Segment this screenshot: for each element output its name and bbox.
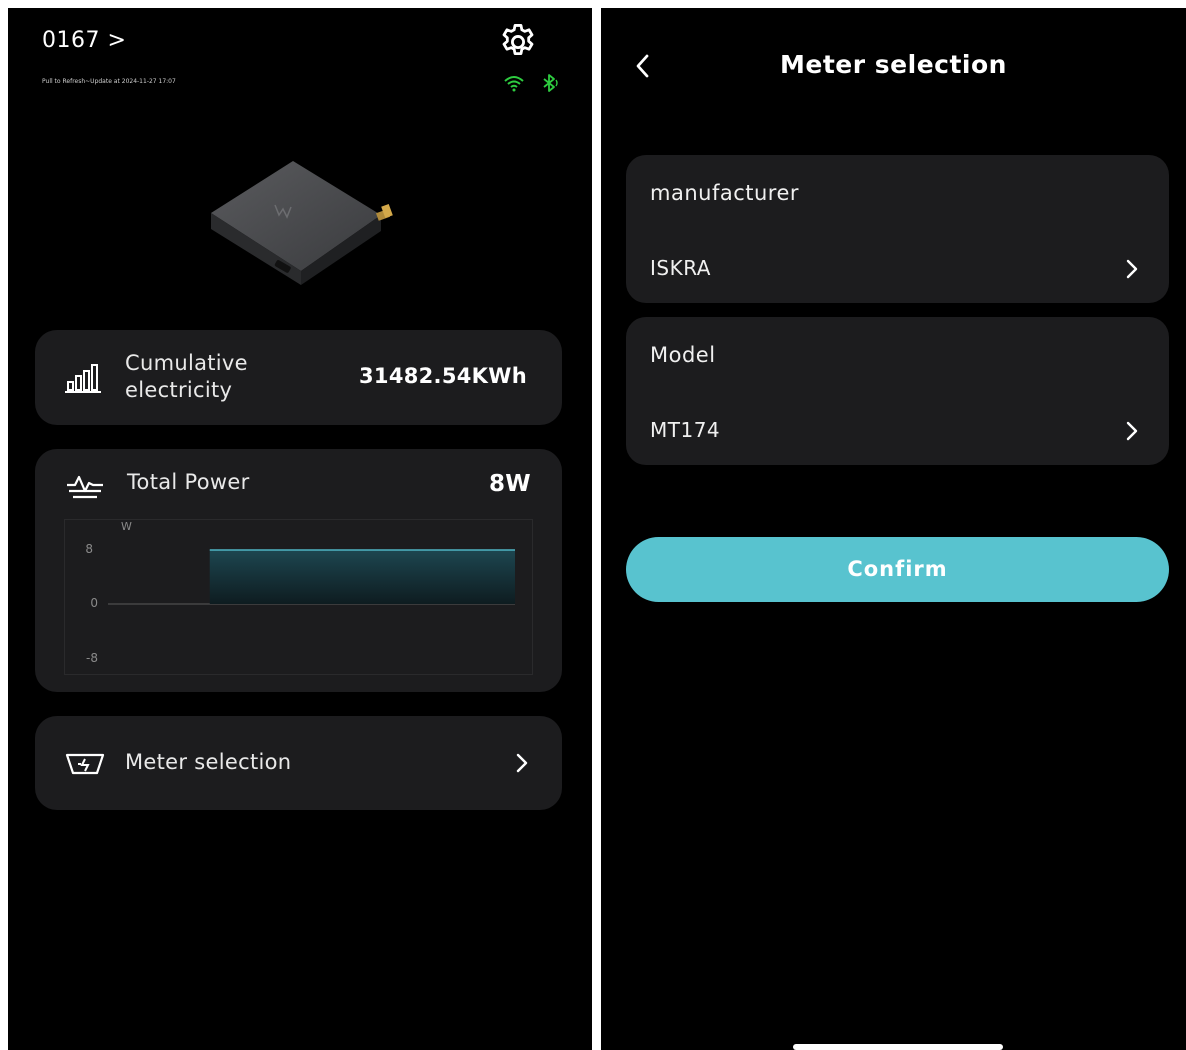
power-area [209, 550, 515, 604]
bar-chart-icon [65, 364, 101, 393]
y-tick-bottom: -8 [86, 651, 98, 665]
confirm-button[interactable]: Confirm [626, 537, 1169, 602]
model-value: MT174 [650, 418, 721, 442]
chevron-right-icon [1126, 421, 1138, 441]
manufacturer-label: manufacturer [650, 181, 800, 205]
manufacturer-value: ISKRA [650, 256, 711, 280]
power-chart: W 8 0 -8 [64, 519, 533, 675]
model-label: Model [650, 343, 716, 367]
total-power-value: 8W [489, 471, 531, 497]
meter-selection-row[interactable]: Meter selection [35, 716, 562, 810]
home-indicator [793, 1044, 1003, 1050]
manufacturer-card[interactable]: manufacturer ISKRA [626, 155, 1169, 303]
device-screen: 0167 > Pull to Refresh~Update at 2024-11… [8, 8, 592, 1050]
gear-icon[interactable] [497, 20, 539, 62]
cumulative-value: 31482.54KWh [359, 364, 527, 388]
cumulative-electricity-card: Cumulative electricity 31482.54KWh [35, 330, 562, 425]
page-title: Meter selection [780, 50, 1007, 79]
y-tick-top: 8 [85, 542, 93, 556]
meter-selection-label: Meter selection [125, 750, 292, 774]
chevron-right-icon [1126, 259, 1138, 279]
power-chart-svg: W 8 0 -8 [85, 520, 515, 665]
meter-selection-screen: Meter selection manufacturer ISKRA Model… [601, 8, 1186, 1050]
y-tick-zero: 0 [90, 596, 98, 610]
device-image [211, 161, 393, 285]
y-unit-label: W [121, 520, 132, 533]
device-name-link[interactable]: 0167 > [42, 28, 126, 53]
total-power-label: Total Power [127, 470, 250, 494]
pulse-icon [67, 475, 103, 499]
wifi-icon [504, 76, 524, 92]
refresh-status: Pull to Refresh~Update at 2024-11-27 17:… [42, 78, 176, 85]
cumulative-label: Cumulative electricity [125, 351, 248, 402]
bluetooth-icon [543, 74, 558, 92]
meter-icon [65, 753, 105, 775]
model-card[interactable]: Model MT174 [626, 317, 1169, 465]
chevron-right-icon [516, 753, 528, 773]
total-power-card: Total Power 8W W 8 0 -8 [35, 449, 562, 692]
